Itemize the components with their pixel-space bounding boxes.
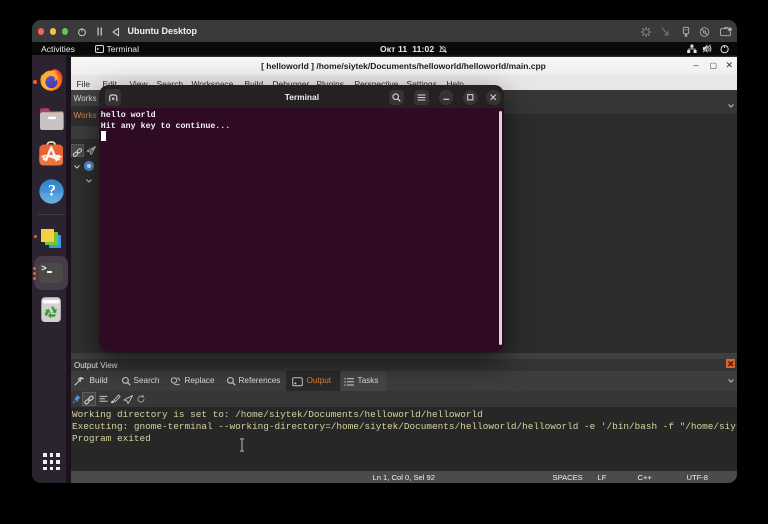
svg-text:?: ? [48, 183, 56, 200]
